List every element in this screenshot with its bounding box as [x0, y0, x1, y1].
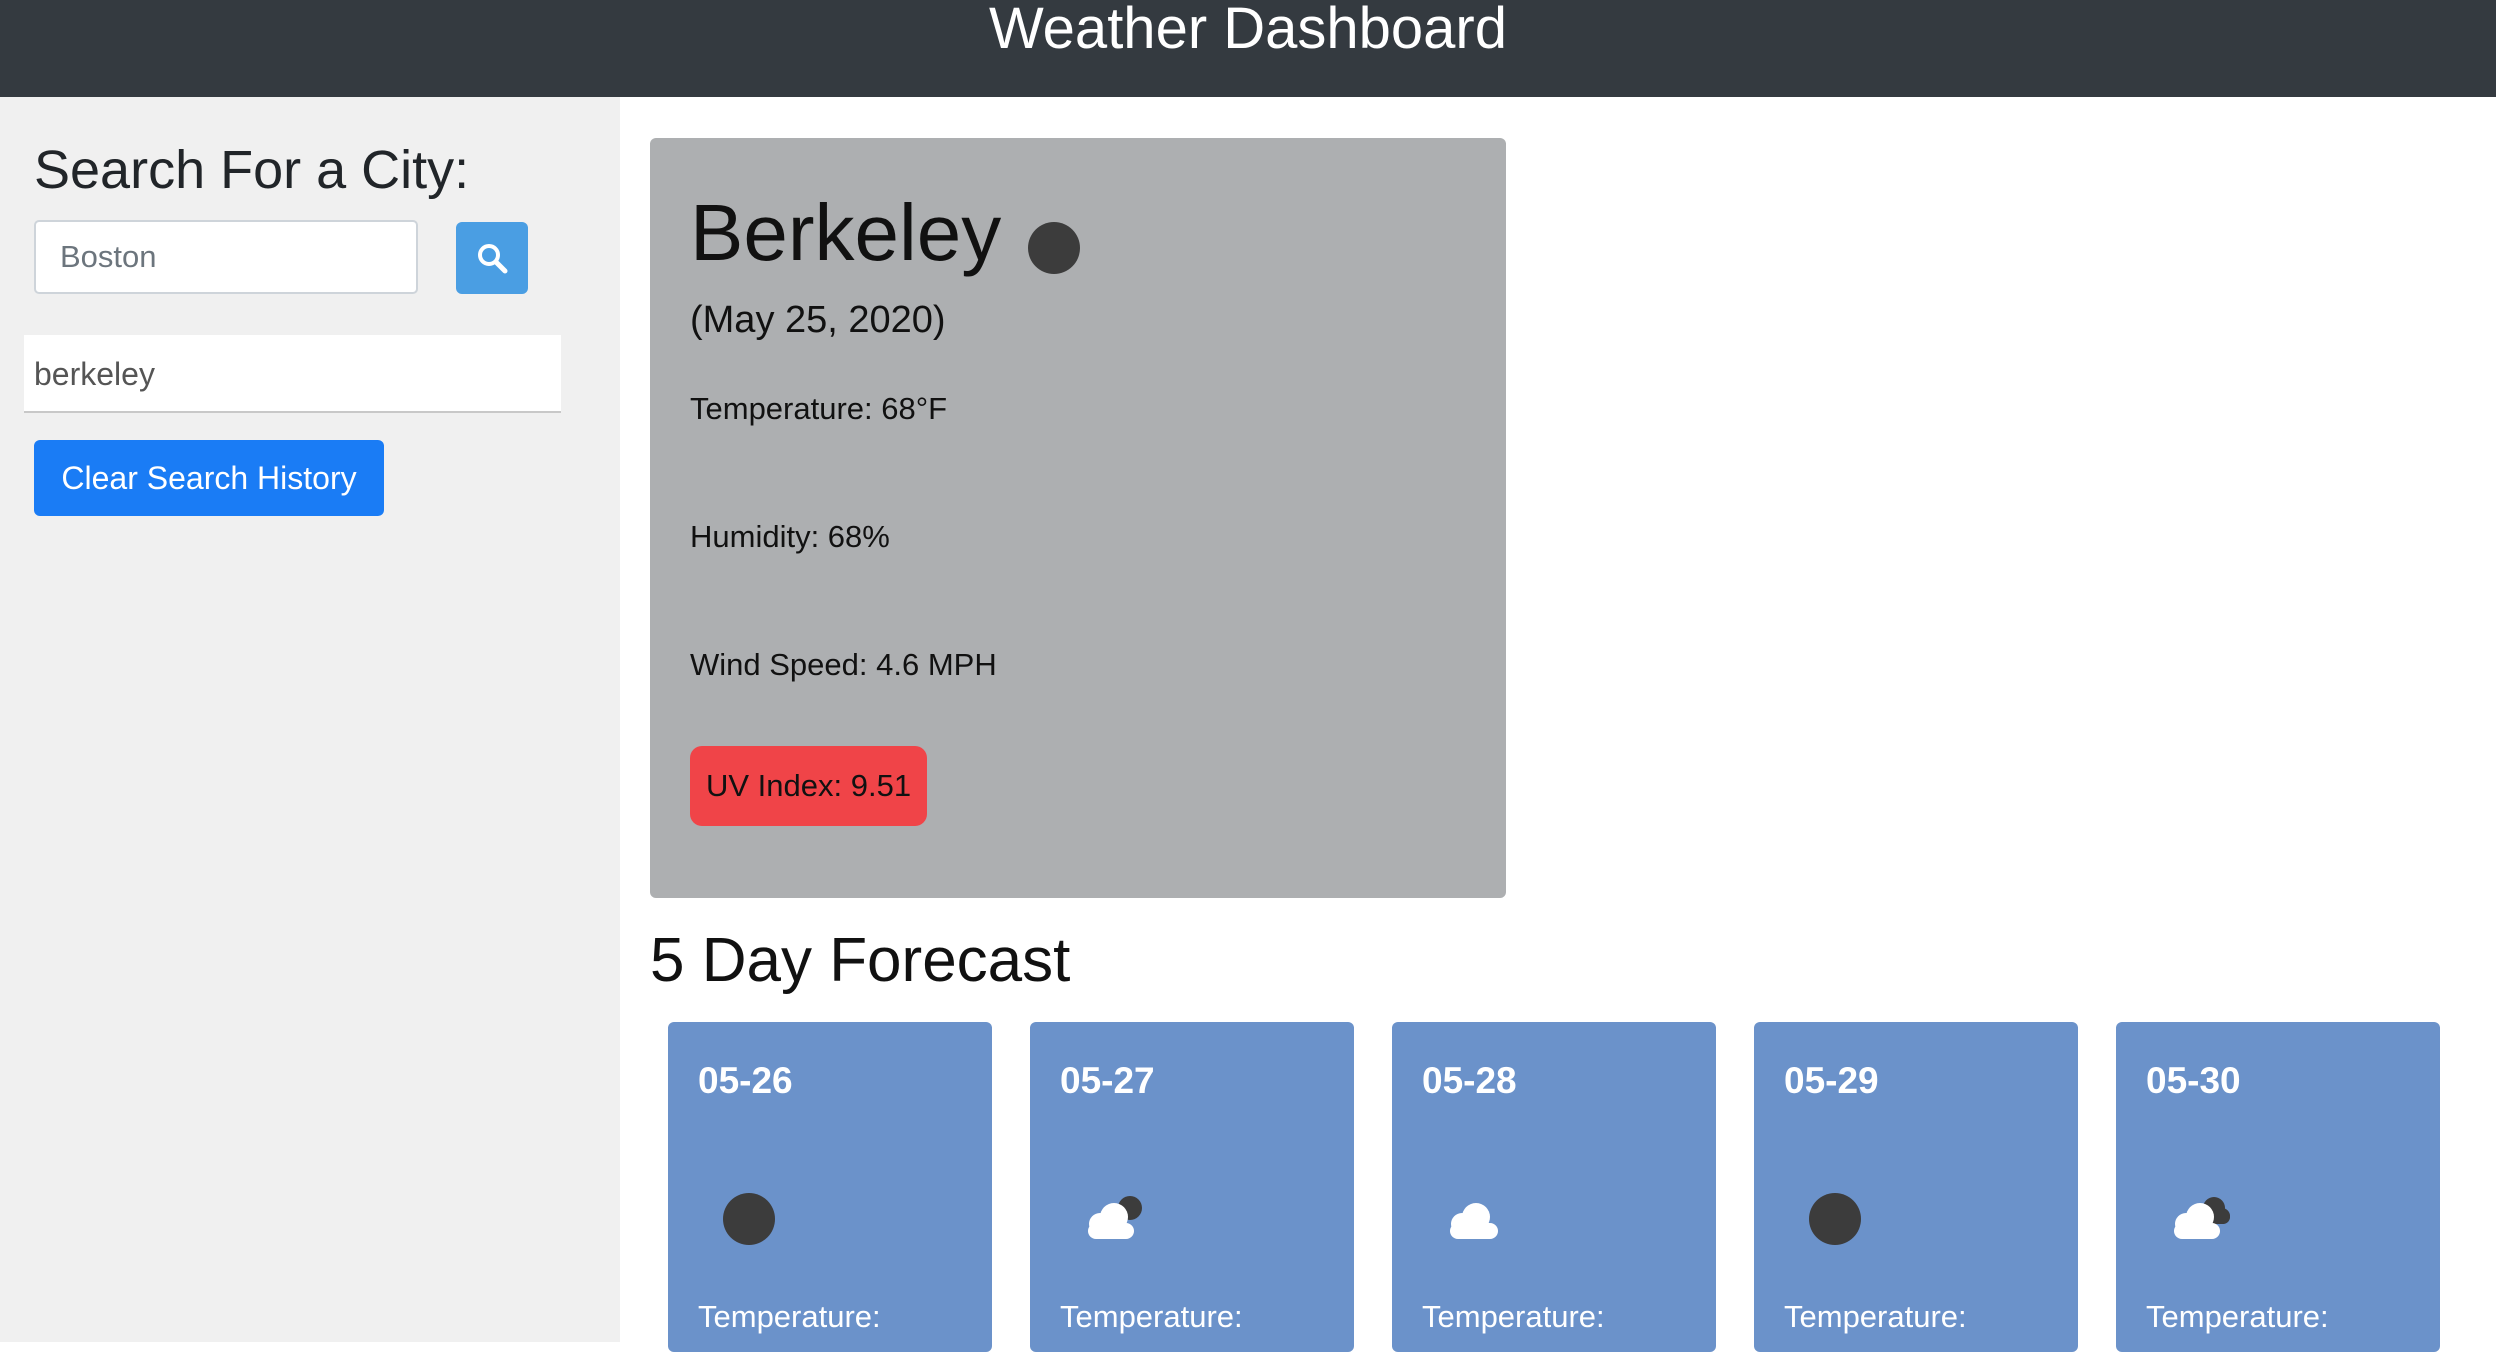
forecast-date: 05-28 [1422, 1060, 1517, 1101]
city-name: Berkeley [690, 188, 1002, 277]
broken-clouds-icon [2174, 1197, 2230, 1239]
clear-night-icon [723, 1193, 775, 1245]
page-title: Weather Dashboard [988, 0, 1507, 61]
humidity-text: Humidity: 68% [690, 519, 890, 554]
clear-night-icon [1028, 222, 1080, 274]
forecast-temperature-label: Temperature: [2146, 1299, 2329, 1334]
forecast-card: 05-27 Temperature: [1030, 1022, 1354, 1352]
sidebar: Search For a City: Boston berkeley Clear… [0, 97, 620, 1342]
search-button[interactable] [456, 222, 528, 294]
forecast-date: 05-30 [2146, 1060, 2241, 1101]
uv-index-badge: UV Index: 9.51 [690, 746, 928, 826]
current-date: (May 25, 2020) [690, 299, 946, 341]
app-header: Weather Dashboard [0, 0, 2496, 97]
forecast-temperature-label: Temperature: [1422, 1299, 1605, 1334]
cloud-icon [1450, 1203, 1498, 1239]
clear-night-icon [1809, 1193, 1861, 1245]
forecast-card: 05-28 Temperature: [1392, 1022, 1716, 1352]
city-search-input[interactable]: Boston [34, 220, 418, 294]
forecast-card: 05-30 Temperature: [2116, 1022, 2440, 1352]
search-icon [478, 244, 508, 274]
history-item-berkeley[interactable]: berkeley [24, 335, 561, 413]
forecast-temperature-label: Temperature: [1784, 1299, 1967, 1334]
forecast-card: 05-26 Temperature: [668, 1022, 992, 1352]
forecast-date: 05-27 [1060, 1060, 1155, 1101]
forecast-title: 5 Day Forecast [650, 926, 1071, 995]
forecast-temperature-label: Temperature: [698, 1299, 881, 1334]
clear-history-button[interactable]: Clear Search History [34, 440, 384, 516]
search-heading: Search For a City: [34, 140, 470, 200]
forecast-date: 05-29 [1784, 1060, 1879, 1101]
temperature-text: Temperature: 68°F [690, 391, 948, 426]
current-weather-card: Berkeley (May 25, 2020) Temperature: 68°… [650, 138, 1506, 898]
partly-cloudy-icon [1088, 1196, 1142, 1239]
wind-speed-text: Wind Speed: 4.6 MPH [690, 647, 997, 682]
forecast-temperature-label: Temperature: [1060, 1299, 1243, 1334]
forecast-card: 05-29 Temperature: [1754, 1022, 2078, 1352]
forecast-date: 05-26 [698, 1060, 793, 1101]
